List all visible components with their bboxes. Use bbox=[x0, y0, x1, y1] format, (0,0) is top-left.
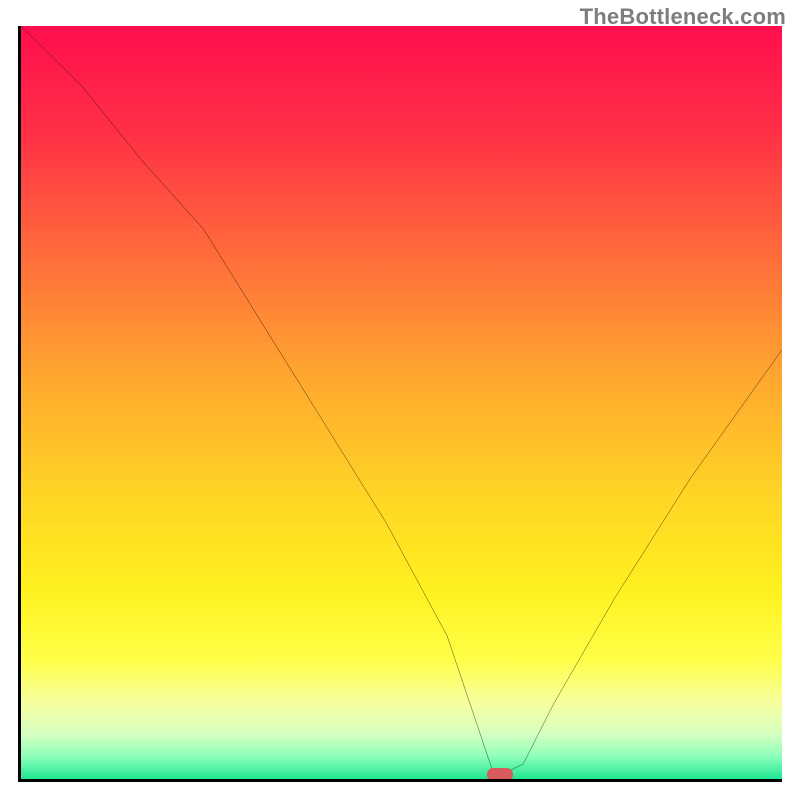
stage: TheBottleneck.com bbox=[0, 0, 800, 800]
plot-area bbox=[18, 26, 782, 782]
bottleneck-curve bbox=[21, 26, 782, 779]
curve-minimum-marker bbox=[487, 768, 513, 780]
